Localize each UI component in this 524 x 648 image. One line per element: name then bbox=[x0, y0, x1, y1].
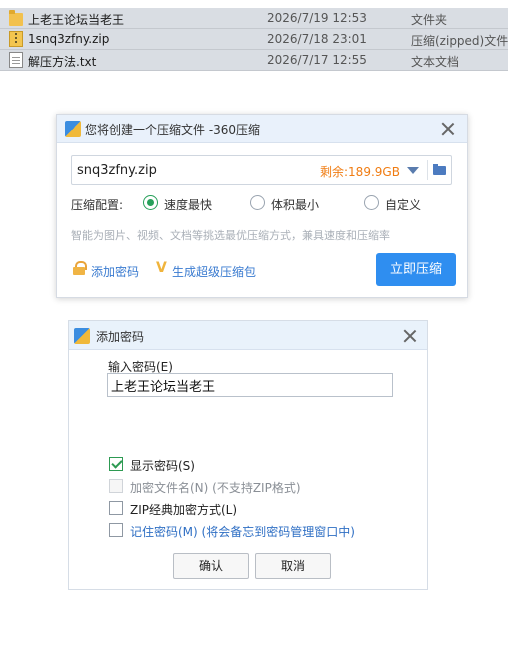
checkbox-label: 显示密码(S) bbox=[130, 459, 195, 473]
checkbox-empty-icon bbox=[109, 523, 123, 537]
confirm-button[interactable]: 确认 bbox=[173, 553, 249, 579]
browse-folder-icon[interactable] bbox=[432, 161, 448, 179]
add-password-dialog: 添加密码 输入密码(E) 显示密码(S) 加密文件名(N) (不支持ZIP格式)… bbox=[68, 320, 428, 590]
txt-icon bbox=[9, 52, 23, 68]
compress-config-label: 压缩配置: bbox=[71, 198, 124, 212]
radio-empty-icon bbox=[250, 195, 265, 210]
file-name: 上老王论坛当老王 bbox=[28, 13, 125, 27]
checkbox-label: ZIP经典加密方式(L) bbox=[130, 503, 238, 517]
checkbox-label: 加密文件名(N) (不支持ZIP格式) bbox=[130, 479, 301, 496]
checkbox-label-text: 加密文件名(N) bbox=[130, 481, 209, 495]
divider bbox=[427, 160, 428, 180]
checkbox-note: (不支持ZIP格式) bbox=[208, 481, 301, 495]
password-dialog-title: 添加密码 bbox=[96, 330, 145, 344]
radio-selected-icon bbox=[143, 195, 158, 210]
file-name: 1snq3zfny.zip bbox=[28, 32, 110, 46]
compress-dialog-titlebar: 您将创建一个压缩文件 -360压缩 bbox=[57, 115, 467, 143]
file-date: 2026/7/18 23:01 bbox=[267, 32, 367, 46]
file-row-txt[interactable]: 解压方法.txt 2026/7/17 12:55 文本文档 bbox=[0, 50, 508, 71]
checkbox-checked-icon bbox=[109, 457, 123, 471]
file-date: 2026/7/17 12:55 bbox=[267, 53, 367, 67]
radio-empty-icon bbox=[364, 195, 379, 210]
password-dialog-titlebar: 添加密码 bbox=[69, 321, 427, 350]
add-password-link[interactable]: 添加密码 bbox=[91, 263, 139, 280]
cancel-button[interactable]: 取消 bbox=[255, 553, 331, 579]
checkbox-note: (将会备忘到密码管理窗口中) bbox=[197, 525, 355, 539]
password-input[interactable] bbox=[107, 373, 393, 397]
file-type: 压缩(zipped)文件 bbox=[411, 34, 508, 48]
vip-v-icon: V bbox=[156, 260, 167, 276]
radio-label: 速度最快 bbox=[164, 198, 213, 212]
file-row-folder[interactable]: 上老王论坛当老王 2026/7/19 12:53 文件夹 bbox=[0, 8, 508, 29]
chevron-down-icon[interactable] bbox=[407, 167, 419, 174]
archive-name[interactable]: snq3zfny.zip bbox=[77, 163, 157, 178]
archive-path-field[interactable]: snq3zfny.zip 剩余:189.9GB bbox=[71, 155, 452, 185]
close-icon[interactable] bbox=[403, 329, 417, 343]
lock-icon[interactable] bbox=[73, 261, 87, 275]
zip-icon bbox=[9, 31, 23, 47]
360zip-app-icon bbox=[74, 328, 90, 344]
file-type: 文件夹 bbox=[411, 13, 448, 27]
compress-hint: 智能为图片、视频、文档等挑选最优压缩方式，兼具速度和压缩率 bbox=[71, 229, 390, 242]
compress-now-button[interactable]: 立即压缩 bbox=[376, 253, 456, 286]
file-list: 上老王论坛当老王 2026/7/19 12:53 文件夹 1snq3zfny.z… bbox=[0, 8, 508, 71]
360zip-app-icon bbox=[65, 121, 81, 137]
checkbox-disabled-icon bbox=[109, 479, 123, 493]
compress-dialog: 您将创建一个压缩文件 -360压缩 snq3zfny.zip 剩余:189.9G… bbox=[56, 114, 468, 298]
radio-label: 自定义 bbox=[385, 198, 422, 212]
file-type: 文本文档 bbox=[411, 55, 460, 69]
checkbox-label: 记住密码(M) (将会备忘到密码管理窗口中) bbox=[130, 523, 355, 540]
folder-icon bbox=[9, 10, 23, 26]
close-icon[interactable] bbox=[441, 122, 455, 136]
super-package-link[interactable]: 生成超级压缩包 bbox=[172, 263, 256, 280]
file-date: 2026/7/19 12:53 bbox=[267, 11, 367, 25]
file-row-zip[interactable]: 1snq3zfny.zip 2026/7/18 23:01 压缩(zipped)… bbox=[0, 29, 508, 50]
radio-label: 体积最小 bbox=[271, 198, 320, 212]
checkbox-label-text: 记住密码(M) bbox=[130, 525, 198, 539]
compress-dialog-title: 您将创建一个压缩文件 -360压缩 bbox=[85, 123, 261, 137]
free-space-label: 剩余:189.9GB bbox=[320, 165, 400, 179]
checkbox-empty-icon bbox=[109, 501, 123, 515]
file-name: 解压方法.txt bbox=[28, 55, 97, 69]
